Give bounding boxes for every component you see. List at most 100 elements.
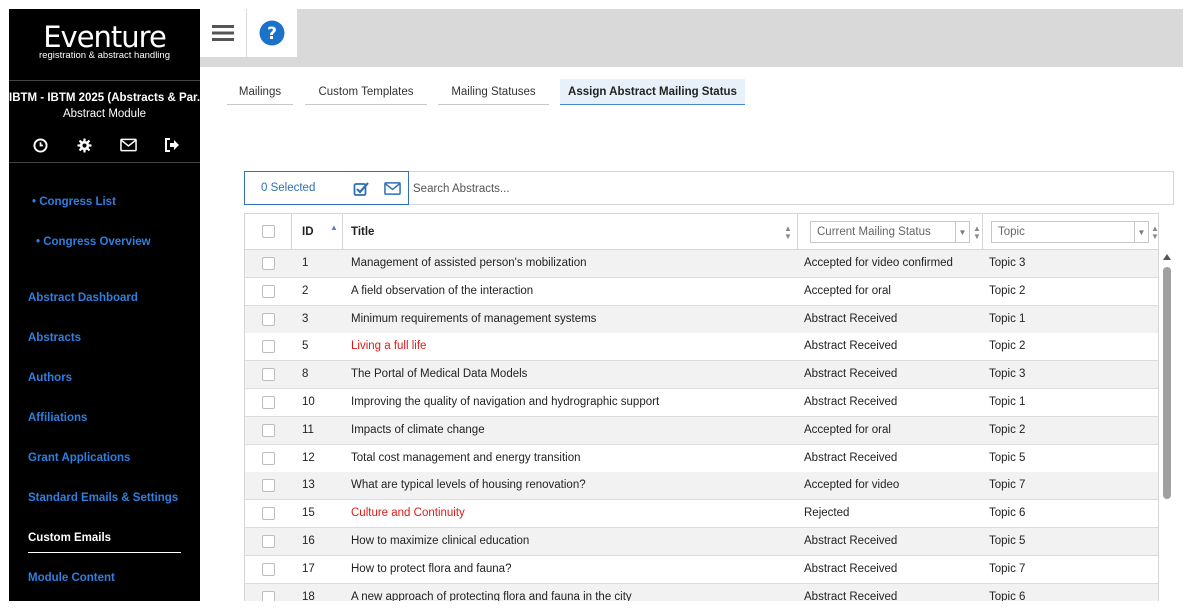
hamburger-icon <box>212 25 234 41</box>
header-topic: Topic ▼ ▲ ▼ <box>983 214 1158 250</box>
clock-icon[interactable] <box>31 136 49 154</box>
table-row[interactable]: 2 A field observation of the interaction A… <box>245 277 1158 306</box>
tab-mailing-statuses[interactable]: Mailing Statuses <box>438 79 549 105</box>
nav-item-affiliations[interactable]: Affiliations <box>28 412 87 424</box>
row-title: How to maximize clinical education <box>351 535 530 547</box>
row-checkbox[interactable] <box>262 479 275 493</box>
row-title: The Portal of Medical Data Models <box>351 368 528 381</box>
chevron-down-icon: ▼ <box>1134 222 1148 242</box>
nav-item-abstract-dashboard[interactable]: Abstract Dashboard <box>28 292 138 304</box>
select-all-icon[interactable] <box>353 181 369 197</box>
row-id: 13 <box>302 479 315 492</box>
row-checkbox[interactable] <box>262 507 275 521</box>
row-checkbox[interactable] <box>262 423 275 437</box>
grid-header: ID ▲ Title ▲ ▼ Current Mailing Status ▼ ▲… <box>245 214 1158 250</box>
nav-item-custom-emails[interactable]: Custom Emails <box>28 532 111 544</box>
svg-text:?: ? <box>267 24 277 44</box>
row-topic: Topic 7 <box>989 562 1026 575</box>
row-checkbox[interactable] <box>262 451 275 465</box>
row-checkbox[interactable] <box>262 368 275 382</box>
congress-list-link[interactable]: • Congress List <box>32 196 116 208</box>
table-row[interactable]: 8 The Portal of Medical Data Models Abstra… <box>245 361 1158 390</box>
email-selected-icon[interactable] <box>384 181 401 197</box>
vertical-scrollbar[interactable] <box>1160 249 1174 601</box>
tab-mailings[interactable]: Mailings <box>227 79 293 105</box>
row-mailing-status: Abstract Received <box>804 312 898 325</box>
header-id[interactable]: ID ▲ <box>292 214 343 250</box>
search-box <box>409 171 1174 205</box>
row-checkbox[interactable] <box>262 284 275 298</box>
menu-button[interactable] <box>200 9 247 57</box>
logout-icon[interactable] <box>163 136 181 154</box>
nav-item-module-content[interactable]: Module Content <box>28 572 115 584</box>
row-mailing-status: Rejected <box>804 507 850 520</box>
row-id: 15 <box>302 507 315 520</box>
row-id: 16 <box>302 535 315 547</box>
row-checkbox[interactable] <box>262 312 275 326</box>
select-all-checkbox[interactable] <box>262 225 275 238</box>
help-button[interactable]: ? <box>247 9 297 57</box>
row-id: 8 <box>302 368 309 381</box>
row-title: Improving the quality of navigation and … <box>351 396 660 408</box>
row-checkbox[interactable] <box>262 396 275 409</box>
row-topic: Topic 5 <box>989 535 1026 547</box>
row-mailing-status: Abstract Received <box>804 590 898 601</box>
congress-overview-link[interactable]: • Congress Overview <box>36 236 151 248</box>
gear-icon[interactable] <box>75 136 93 154</box>
row-checkbox[interactable] <box>262 590 275 601</box>
help-icon: ? <box>259 20 285 46</box>
selection-box: 0 Selected <box>244 171 409 205</box>
nav-item-standard-emails[interactable]: Standard Emails & Settings <box>28 492 178 504</box>
row-mailing-status: Accepted for video <box>804 479 900 492</box>
row-title: What are typical levels of housing renov… <box>351 479 586 492</box>
mail-icon[interactable] <box>119 136 137 154</box>
row-topic: Topic 5 <box>989 451 1026 464</box>
row-title: A field observation of the interaction <box>351 284 534 297</box>
row-checkbox[interactable] <box>262 535 275 548</box>
table-row[interactable]: 10 Improving the quality of navigation an… <box>245 389 1158 417</box>
brand-logo[interactable]: Eventure registration & abstract handlin… <box>9 21 200 61</box>
table-row[interactable]: 18 A new approach of protecting flora and… <box>245 583 1158 601</box>
search-abstracts-input[interactable] <box>413 178 1153 200</box>
table-row[interactable]: 3 Minimum requirements of management syst… <box>245 305 1158 334</box>
row-mailing-status: Abstract Received <box>804 340 898 353</box>
table-row[interactable]: 5 Living a full life Abstract Received Topi… <box>245 333 1158 362</box>
nav-item-grant-applications[interactable]: Grant Applications <box>28 452 130 464</box>
row-topic: Topic 2 <box>989 423 1026 436</box>
table-row[interactable]: 16 How to maximize clinical education Abst… <box>245 528 1158 556</box>
chevron-down-icon: ▼ <box>955 222 969 242</box>
row-title: How to protect flora and fauna? <box>351 562 512 575</box>
nav-item-authors[interactable]: Authors <box>28 372 72 384</box>
tab-custom-templates[interactable]: Custom Templates <box>305 79 427 105</box>
table-row[interactable]: 15 Culture and Continuity Rejected Topic 6 <box>245 500 1158 529</box>
row-topic: Topic 3 <box>989 368 1026 381</box>
scrollbar-thumb[interactable] <box>1163 267 1171 499</box>
module-title: IBTM - IBTM 2025 (Abstracts & Par... <box>9 92 200 104</box>
module-subtitle: Abstract Module <box>62 108 147 120</box>
row-checkbox[interactable] <box>262 340 275 354</box>
table-row[interactable]: 13 What are typical levels of housing ren… <box>245 472 1158 501</box>
row-checkbox[interactable] <box>262 562 275 576</box>
topic-filter-select[interactable]: Topic ▼ <box>991 221 1149 243</box>
tab-assign-abstract-mailing-status[interactable]: Assign Abstract Mailing Status <box>560 79 745 105</box>
nav-item-abstracts[interactable]: Abstracts <box>28 332 81 344</box>
brand-name: Eventure <box>43 20 167 54</box>
row-id: 17 <box>302 562 315 575</box>
table-row[interactable]: 11 Impacts of climate change Accepted for … <box>245 416 1158 445</box>
selected-count: 0 Selected <box>261 182 316 194</box>
row-topic: Topic 3 <box>989 257 1026 269</box>
table-row[interactable]: 17 How to protect flora and fauna? Abstrac… <box>245 555 1158 584</box>
active-nav-underline <box>28 552 181 553</box>
grid-toolbar: 0 Selected <box>244 171 1174 205</box>
table-row[interactable]: 1 Management of assisted person's mobiliz… <box>245 250 1158 278</box>
sidebar-divider <box>9 162 200 163</box>
row-checkbox[interactable] <box>262 257 275 270</box>
header-title[interactable]: Title ▲ ▼ <box>343 214 798 250</box>
table-row[interactable]: 12 Total cost management and energy trans… <box>245 444 1158 473</box>
scroll-up-icon[interactable] <box>1163 254 1171 260</box>
status-filter-select[interactable]: Current Mailing Status ▼ <box>810 221 970 243</box>
row-topic: Topic 1 <box>989 396 1026 408</box>
status-filter-value: Current Mailing Status <box>817 226 931 238</box>
row-mailing-status: Abstract Received <box>804 535 898 547</box>
row-title: A new approach of protecting flora and f… <box>351 590 632 601</box>
